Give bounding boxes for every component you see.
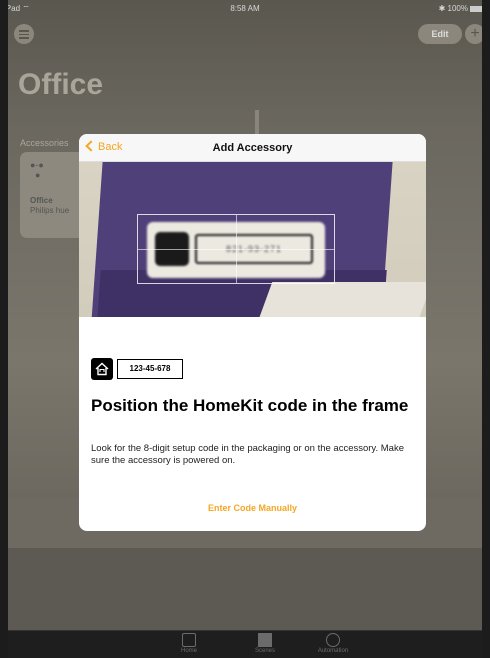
sample-code: 123-45-678 bbox=[117, 359, 183, 379]
edit-button[interactable]: Edit bbox=[418, 24, 462, 44]
scenes-icon bbox=[258, 633, 272, 647]
modal-title: Add Accessory bbox=[212, 142, 293, 154]
status-bar: iPad ⌔ 8:58 AM ✱ 100% bbox=[0, 0, 490, 18]
battery-percent: 100% bbox=[447, 4, 468, 13]
instruction-headline: Position the HomeKit code in the frame bbox=[91, 396, 409, 415]
accessories-section-label: Accessories bbox=[20, 138, 69, 148]
background-lamp bbox=[255, 110, 259, 134]
frame-guide bbox=[137, 214, 335, 284]
modal-navbar: Back Add Accessory bbox=[79, 134, 426, 162]
add-accessory-modal: Back Add Accessory 821-93-271 123-45-678… bbox=[79, 134, 426, 531]
tab-scenes[interactable]: Scenes bbox=[240, 633, 290, 654]
instruction-description: Look for the 8-digit setup code in the p… bbox=[91, 443, 404, 466]
clock: 8:58 AM bbox=[230, 4, 260, 13]
tab-automation-label: Automation bbox=[317, 648, 349, 654]
tab-bar: Home Scenes Automation bbox=[8, 630, 482, 658]
room-title: Office bbox=[18, 68, 104, 101]
list-icon[interactable] bbox=[14, 24, 34, 44]
accessory-name: Office bbox=[30, 196, 53, 205]
accessory-subtitle: Philips hue bbox=[30, 206, 70, 215]
screen: iPad ⌔ 8:58 AM ✱ 100% Edit + Office Acce… bbox=[0, 0, 490, 658]
hue-bulb-icon: ●-● ● bbox=[30, 160, 44, 180]
tab-home[interactable]: Home bbox=[164, 633, 214, 654]
camera-viewfinder: 821-93-271 bbox=[79, 162, 426, 317]
background-floor bbox=[8, 548, 482, 630]
clock-icon bbox=[326, 633, 340, 647]
tab-scenes-label: Scenes bbox=[254, 648, 275, 654]
homekit-icon bbox=[91, 358, 113, 380]
tab-automation[interactable]: Automation bbox=[308, 633, 358, 654]
tab-home-label: Home bbox=[180, 648, 197, 654]
enter-code-manually-button[interactable]: Enter Code Manually bbox=[79, 503, 426, 513]
bluetooth-icon: ✱ bbox=[438, 4, 446, 13]
house-icon bbox=[182, 633, 196, 647]
